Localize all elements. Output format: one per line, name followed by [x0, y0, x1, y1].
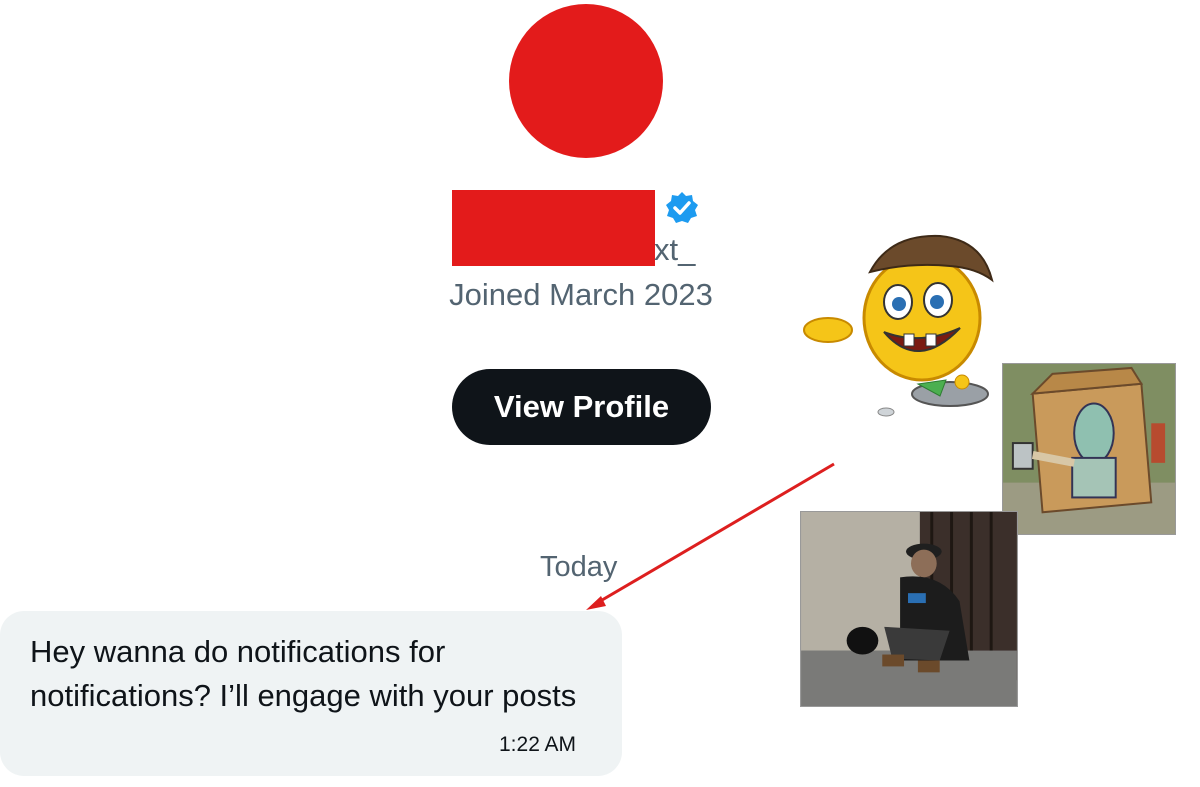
message-text: Hey wanna do notifications for notificat…: [30, 634, 577, 713]
message-timestamp: 1:22 AM: [499, 733, 577, 756]
begging-emoji-image: [803, 234, 994, 417]
man-sitting-on-sidewalk-image: [800, 511, 1018, 707]
profile-avatar-redacted[interactable]: [509, 4, 663, 158]
squidward-cardboard-box-image: [1002, 363, 1176, 535]
verified-badge-icon: [666, 192, 698, 223]
view-profile-button[interactable]: View Profile: [452, 369, 711, 445]
handle-text: xt_: [654, 232, 696, 267]
display-name-redaction: [452, 190, 655, 266]
date-divider: Today: [540, 551, 618, 583]
